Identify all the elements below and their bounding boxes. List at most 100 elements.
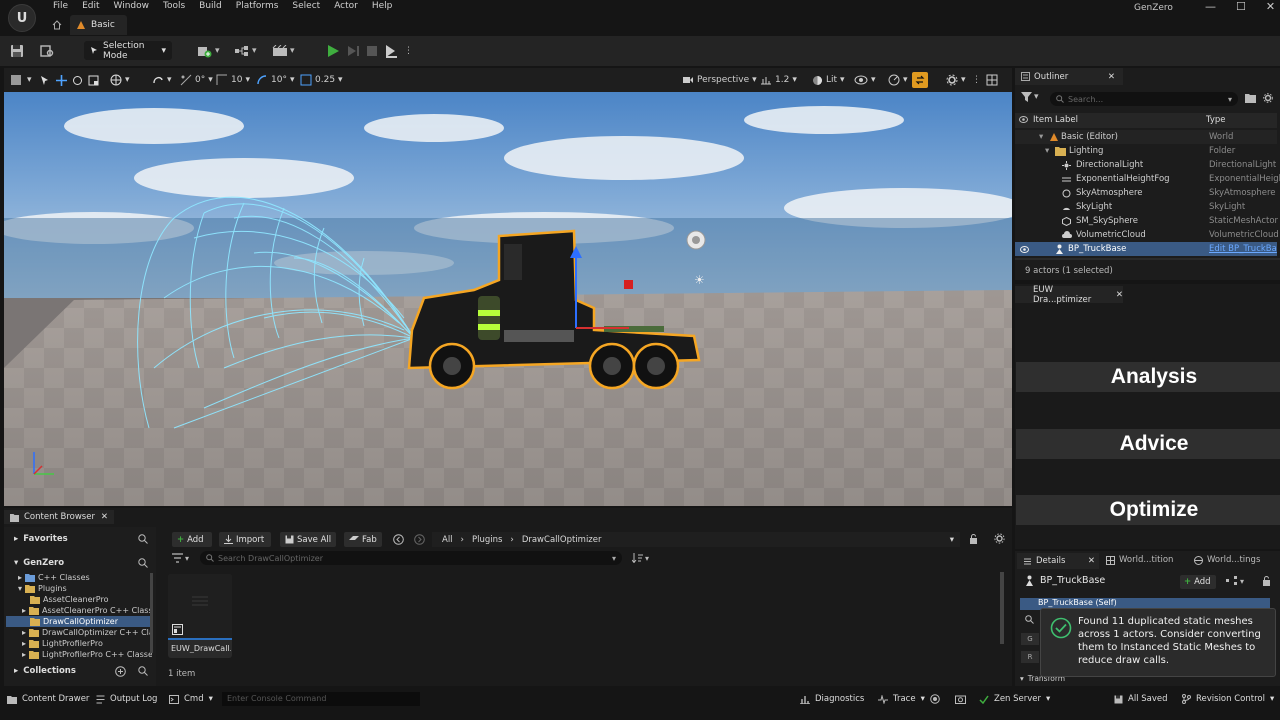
outliner-settings-icon[interactable] — [1263, 93, 1273, 103]
tree-item-plugins[interactable]: ▾ Plugins — [18, 584, 67, 593]
play-button[interactable] — [326, 41, 340, 61]
surface-snap-icon[interactable]: ▾ — [152, 72, 172, 88]
menu-help[interactable]: Help — [365, 0, 400, 13]
content-drawer-button[interactable]: Content Drawer — [7, 694, 89, 704]
menu-tools[interactable]: Tools — [156, 0, 192, 13]
euw-tab[interactable]: EUW Dra...ptimizer ✕ — [1015, 285, 1123, 305]
show-flags-icon[interactable]: ▾ — [854, 72, 876, 88]
layout-icon[interactable] — [986, 72, 998, 88]
tree-item-assetcleanerpro[interactable]: AssetCleanerPro — [30, 595, 108, 604]
collections-section[interactable]: ▸ Collections — [14, 666, 76, 676]
lock-icon[interactable] — [969, 534, 978, 544]
details-tab[interactable]: Details ✕ — [1017, 553, 1099, 569]
output-log-button[interactable]: Output Log — [96, 694, 157, 704]
menu-build[interactable]: Build — [192, 0, 229, 13]
minimize-button[interactable]: — — [1205, 0, 1216, 13]
close-button[interactable]: ✕ — [1266, 0, 1275, 13]
cb-save-all-button[interactable]: Save All — [280, 532, 336, 547]
trace-dropdown[interactable]: Trace ▾ — [878, 694, 925, 704]
analysis-button[interactable]: Analysis — [1016, 362, 1280, 392]
content-browser-tab[interactable]: Content Browser ✕ — [4, 510, 114, 524]
project-search-icon[interactable] — [138, 558, 148, 568]
tree-item-drawcalloptimizer-cpp[interactable]: ▸DrawCallOptimizer C++ Classes — [22, 628, 150, 637]
more-options-icon[interactable]: ⋮ — [404, 41, 413, 61]
breadcrumb-all[interactable]: All — [442, 535, 453, 545]
perspective-dropdown[interactable]: Perspective ▾ — [682, 72, 757, 88]
filter-icon[interactable]: ▾ — [1021, 92, 1039, 102]
add-collection-icon[interactable] — [115, 666, 126, 677]
add-folder-icon[interactable] — [1245, 93, 1256, 103]
chevron-down-icon[interactable]: ▾ — [950, 535, 954, 545]
visibility-eye-icon[interactable] — [1020, 245, 1029, 253]
col-item-label[interactable]: Item Label — [1033, 115, 1078, 125]
more-viewport-icon[interactable]: ⋮ — [972, 72, 981, 88]
outliner-tab[interactable]: Outliner ✕ — [1015, 68, 1123, 85]
all-saved-indicator[interactable]: All Saved — [1114, 694, 1168, 704]
diagnostics-button[interactable]: Diagnostics — [800, 694, 864, 704]
console-input[interactable]: Enter Console Command — [222, 692, 420, 706]
favorites-search-icon[interactable] — [138, 534, 148, 544]
zen-server-dropdown[interactable]: Zen Server ▾ — [979, 694, 1050, 704]
realtime-toggle-icon[interactable] — [912, 72, 928, 88]
tree-item-lightprofilerpro-cpp[interactable]: ▸ LightProfilerPro C++ Classes — [22, 650, 152, 659]
rotate-tool-icon[interactable] — [72, 72, 83, 88]
lock-icon[interactable] — [1262, 576, 1271, 586]
camera-speed-dropdown[interactable]: 1.2 ▾ — [760, 72, 797, 88]
cmd-dropdown[interactable]: Cmd ▾ — [169, 694, 213, 704]
add-component-button[interactable]: + Add — [1180, 575, 1216, 589]
cinematics-button[interactable]: ▾ — [272, 41, 295, 61]
performance-icon[interactable]: ▾ — [888, 72, 908, 88]
level-tab[interactable]: Basic — [70, 15, 127, 35]
location-snap-control[interactable]: 10 ▾ — [216, 72, 250, 88]
rotation-snap-control[interactable]: 10° ▾ — [256, 72, 294, 88]
move-tool-icon[interactable] — [56, 72, 67, 88]
cb-fab-button[interactable]: Fab — [344, 532, 382, 547]
select-tool-icon[interactable] — [40, 72, 50, 88]
selection-mode-dropdown[interactable]: Selection Mode ▾ — [84, 41, 172, 61]
tree-scrollbar[interactable] — [150, 573, 153, 653]
save-icon[interactable] — [10, 41, 24, 61]
home-icon[interactable] — [52, 20, 62, 30]
screenshot-icon[interactable] — [955, 694, 966, 704]
scale-snap-control[interactable]: 0.25 ▾ — [300, 72, 343, 88]
menu-platforms[interactable]: Platforms — [229, 0, 286, 13]
project-section[interactable]: ▾ GenZero — [14, 558, 64, 568]
edit-blueprint-link[interactable]: Edit BP_TruckBa — [1209, 244, 1277, 254]
outliner-search-input[interactable]: Search... ▾ — [1050, 92, 1238, 106]
menu-window[interactable]: Window — [107, 0, 157, 13]
cb-settings-icon[interactable] — [994, 533, 1005, 544]
collections-search-icon[interactable] — [138, 666, 148, 676]
tree-item-lightprofilerpro[interactable]: ▸ LightProfilerPro — [22, 639, 103, 648]
close-details-icon[interactable]: ✕ — [1088, 556, 1095, 566]
world-partition-tab[interactable]: World...tition — [1106, 555, 1173, 565]
level-viewport[interactable]: ☀ — [4, 68, 1012, 506]
world-local-icon[interactable]: ▾ — [110, 72, 130, 88]
revision-control-dropdown[interactable]: Revision Control ▾ — [1182, 694, 1274, 704]
blueprint-button[interactable]: ▾ — [234, 41, 257, 61]
history-forward-icon[interactable] — [414, 534, 425, 545]
add-actor-button[interactable]: ▾ — [197, 41, 220, 61]
advance-frame-button[interactable] — [346, 41, 360, 61]
tree-item-assetcleanerpro-cpp[interactable]: ▸ AssetCleanerPro C++ Classes — [22, 606, 152, 615]
cb-scrollbar[interactable] — [1000, 572, 1004, 644]
cb-add-button[interactable]: + Add — [172, 532, 212, 547]
optimize-button[interactable]: Optimize — [1016, 495, 1280, 525]
menu-select[interactable]: Select — [285, 0, 327, 13]
eject-button[interactable] — [384, 41, 398, 61]
details-search-icon[interactable] — [1025, 615, 1034, 624]
sort-icon[interactable]: ▾ — [632, 553, 649, 563]
breadcrumb-plugins[interactable]: Plugins — [472, 535, 502, 545]
general-filter-button[interactable]: G — [1021, 633, 1039, 645]
close-euw-icon[interactable]: ✕ — [1116, 290, 1123, 300]
transform-tools[interactable]: ▾ — [10, 72, 32, 88]
asset-tile[interactable]: EUW_DrawCall... — [168, 574, 232, 658]
unreal-logo-icon[interactable]: U — [8, 4, 36, 32]
menu-file[interactable]: File — [46, 0, 75, 13]
world-settings-tab[interactable]: World...tings — [1194, 555, 1260, 565]
menu-edit[interactable]: Edit — [75, 0, 106, 13]
history-back-icon[interactable] — [393, 534, 404, 545]
advice-button[interactable]: Advice — [1016, 429, 1280, 459]
grid-snap-control[interactable]: 0° ▾ — [180, 72, 213, 88]
outliner-row-world[interactable]: ▾ Basic (Editor) — [1015, 130, 1277, 144]
favorites-section[interactable]: ▸ Favorites — [14, 534, 68, 544]
